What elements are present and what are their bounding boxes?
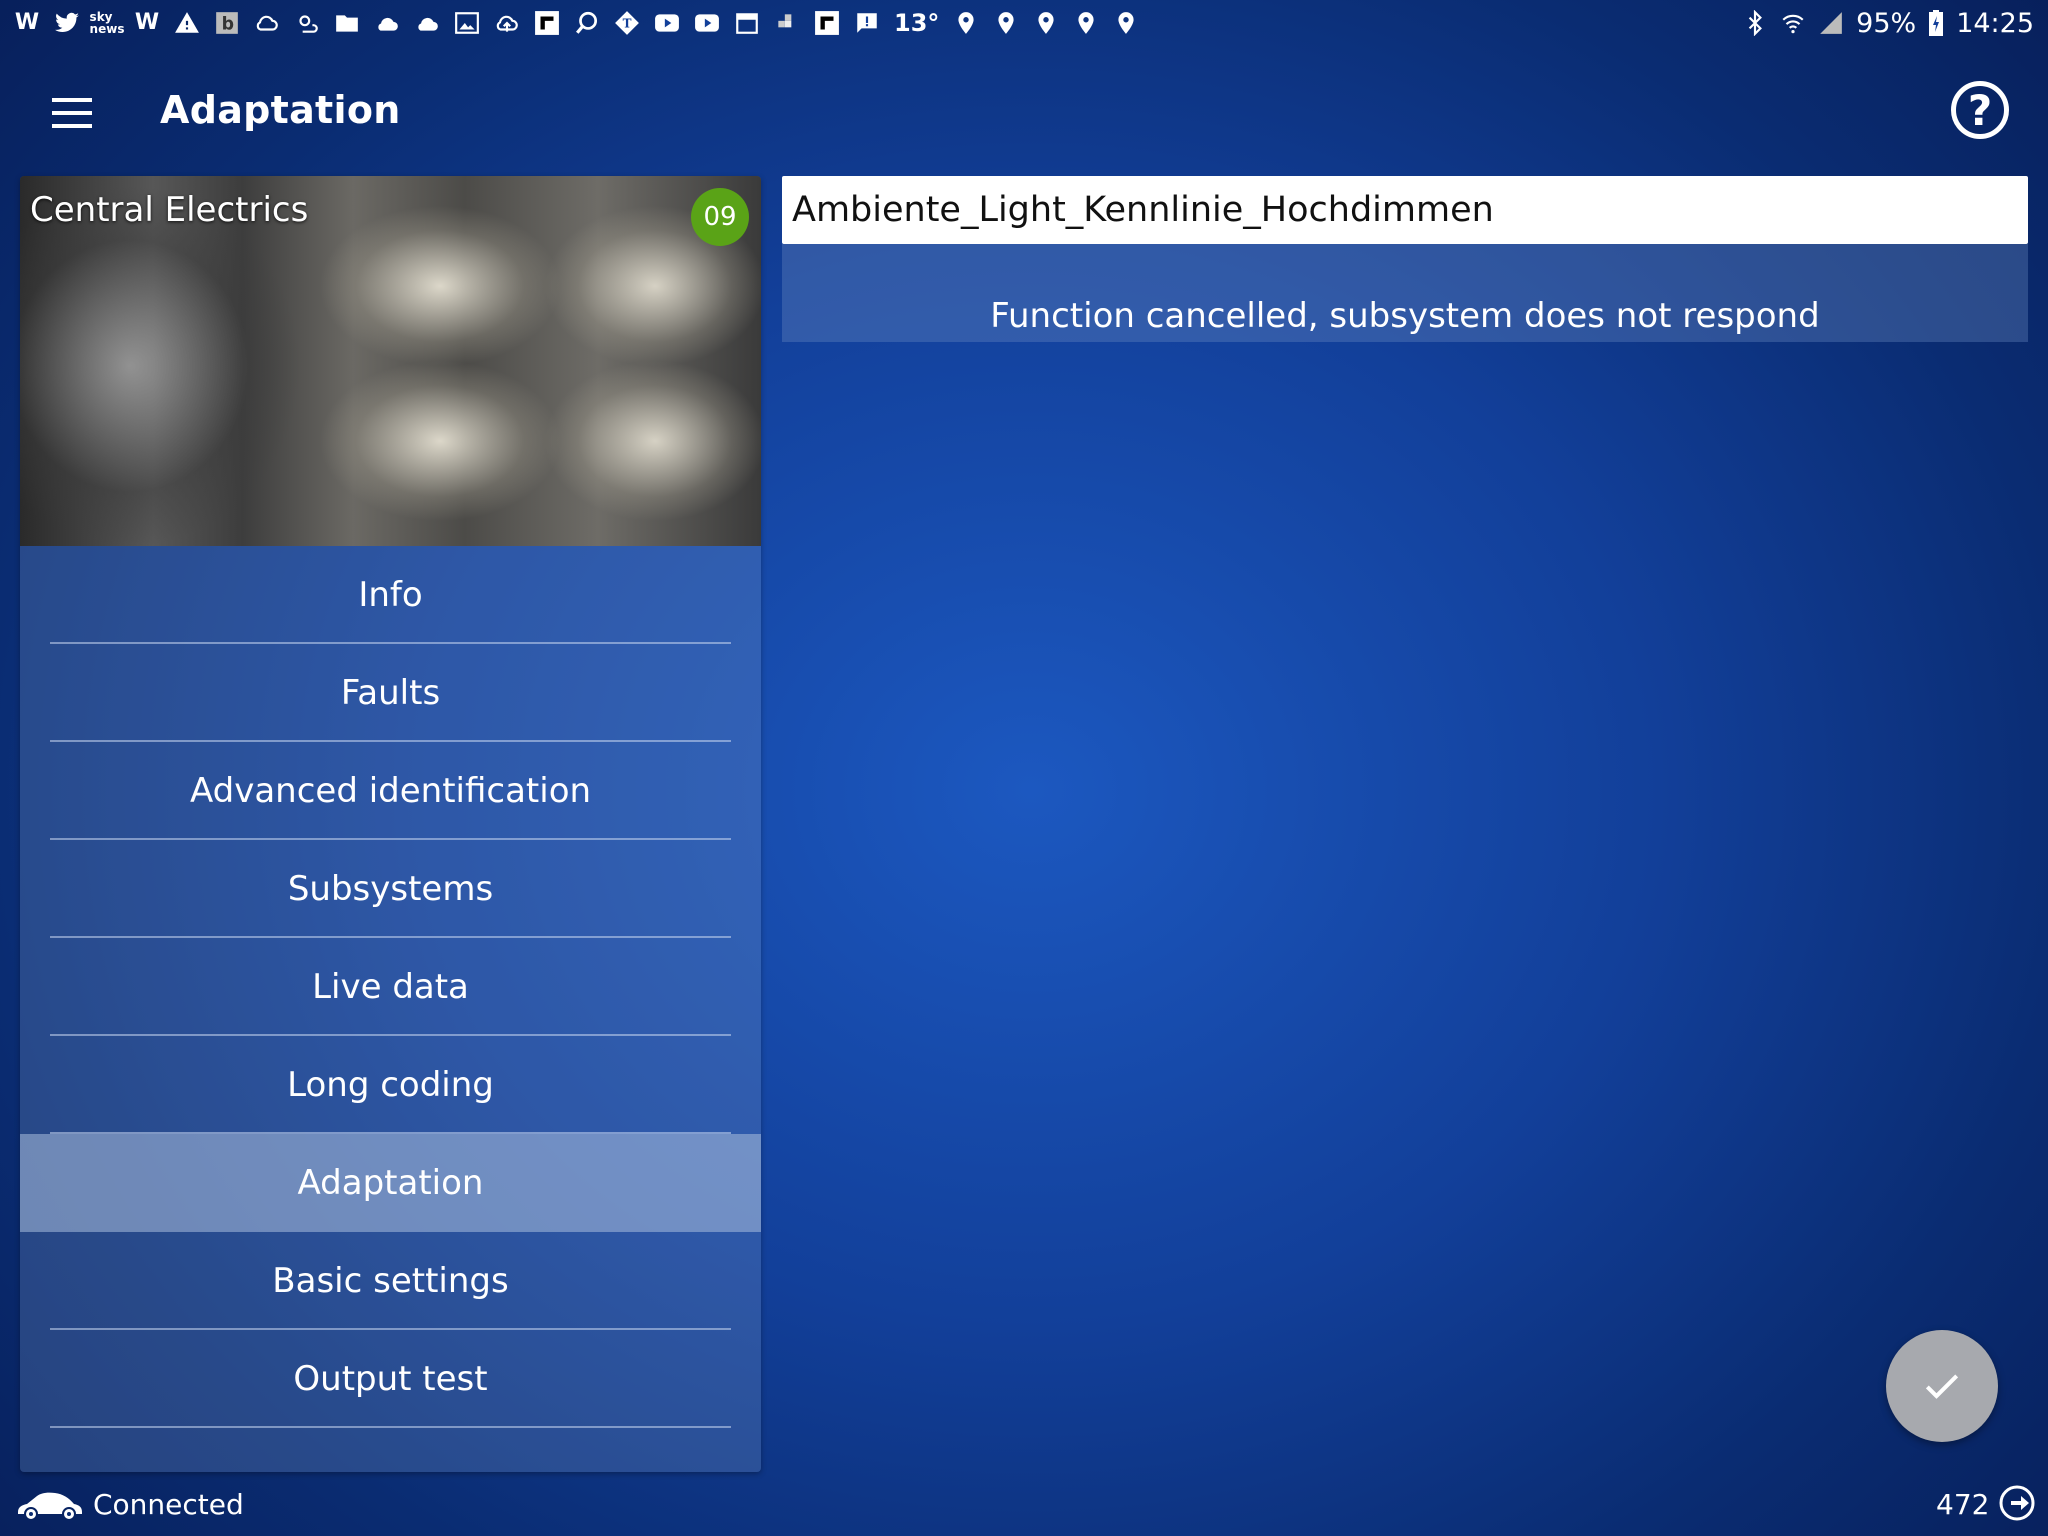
weather-icon — [294, 10, 320, 36]
hamburger-menu-icon[interactable] — [44, 90, 100, 138]
clock: 14:25 — [1956, 7, 2034, 39]
wikipedia-icon: W — [134, 10, 160, 35]
status-bar: W sky news W b T 13° 95% 14:25 — [0, 0, 2048, 46]
sky-news-icon: sky news — [89, 10, 125, 36]
calendar-icon — [734, 10, 760, 36]
wikipedia-icon: W — [14, 10, 40, 35]
location-icon — [1073, 10, 1099, 36]
battery-charging-icon — [1928, 10, 1944, 36]
svg-text:b: b — [222, 15, 234, 35]
location-icon — [953, 10, 979, 36]
system-status: 95% 14:25 — [1742, 6, 2034, 40]
bluetooth-icon — [1742, 10, 1768, 36]
menu-item-faults[interactable]: Faults — [20, 644, 761, 742]
request-counter: 472 — [1936, 1488, 1990, 1521]
flipboard-icon — [814, 10, 840, 36]
twitter-icon — [54, 10, 80, 36]
menu-item-output-test[interactable]: Output test — [20, 1330, 761, 1428]
control-unit-name: Central Electrics — [30, 190, 309, 230]
menu-item-info[interactable]: Info — [20, 546, 761, 644]
warning-icon — [174, 10, 200, 36]
confirm-button[interactable] — [1886, 1330, 1998, 1442]
menu-item-basic-settings[interactable]: Basic settings — [20, 1232, 761, 1330]
telegraph-icon: T — [614, 10, 640, 36]
control-unit-panel: Central Electrics 09 Info Faults Advance… — [20, 176, 761, 1472]
cloud-icon — [254, 10, 280, 36]
checkmark-icon — [1925, 1374, 1959, 1399]
search-icon — [574, 10, 600, 36]
menu-item-adaptation[interactable]: Adaptation — [20, 1134, 761, 1232]
folder-icon — [334, 10, 360, 36]
image-icon — [454, 10, 480, 36]
battery-level: 95% — [1856, 7, 1917, 39]
control-unit-address-badge: 09 — [691, 188, 749, 246]
connection-status: Connected — [93, 1488, 244, 1521]
b-icon: b — [214, 10, 240, 36]
youtube-icon — [654, 10, 680, 36]
notification-icons: W sky news W b T 13° — [14, 8, 1139, 38]
svg-text:T: T — [623, 16, 632, 30]
adaptation-channel-field[interactable]: Ambiente_Light_Kennlinie_Hochdimmen — [782, 176, 2028, 244]
slack-icon — [774, 10, 800, 36]
help-icon[interactable]: ? — [1951, 81, 2009, 139]
flipboard-icon — [534, 10, 560, 36]
menu-item-long-coding[interactable]: Long coding — [20, 1036, 761, 1134]
location-icon — [993, 10, 1019, 36]
temperature: 13° — [894, 9, 940, 37]
wifi-icon — [1780, 10, 1806, 36]
youtube-icon — [694, 10, 720, 36]
function-menu: Info Faults Advanced identification Subs… — [20, 546, 761, 1428]
result-message: Function cancelled, subsystem does not r… — [782, 244, 2028, 342]
control-unit-image: Central Electrics 09 — [20, 176, 761, 546]
cloud-icon — [374, 10, 400, 36]
cloud-upload-icon — [494, 10, 520, 36]
location-icon — [1113, 10, 1139, 36]
menu-item-advanced-identification[interactable]: Advanced identification — [20, 742, 761, 840]
page-title: Adaptation — [160, 88, 401, 132]
signal-icon — [1818, 10, 1844, 36]
disconnect-icon[interactable] — [1997, 1483, 2037, 1523]
cloud-icon — [414, 10, 440, 36]
message-icon — [854, 10, 880, 36]
location-icon — [1033, 10, 1059, 36]
menu-item-live-data[interactable]: Live data — [20, 938, 761, 1036]
menu-item-subsystems[interactable]: Subsystems — [20, 840, 761, 938]
car-icon — [18, 1492, 82, 1519]
